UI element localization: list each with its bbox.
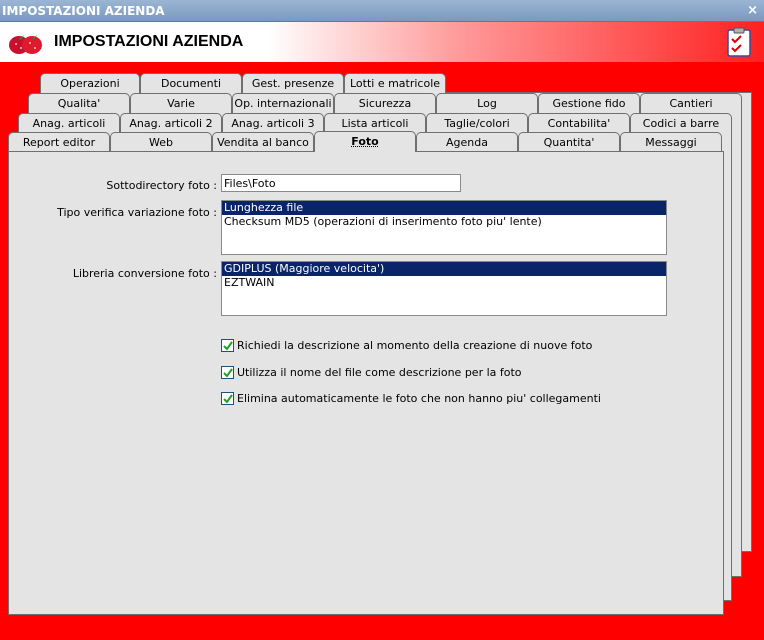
tab-taglie-colori[interactable]: Taglie/colori: [426, 113, 528, 133]
libreria-listbox[interactable]: GDIPLUS (Maggiore velocita') EZTWAIN: [221, 261, 667, 316]
close-icon[interactable]: ×: [747, 0, 758, 22]
tab-contabilita[interactable]: Contabilita': [528, 113, 630, 133]
tab-web[interactable]: Web: [110, 132, 212, 152]
tab-documenti[interactable]: Documenti: [140, 73, 242, 93]
tab-anag-articoli[interactable]: Anag. articoli: [18, 113, 120, 133]
tab-sicurezza[interactable]: Sicurezza: [334, 93, 436, 113]
foto-panel: Sottodirectory foto : Files\Foto Tipo ve…: [8, 151, 724, 615]
tab-codici-barre[interactable]: Codici a barre: [630, 113, 732, 133]
header-banner: IMPOSTAZIONI AZIENDA: [0, 22, 764, 62]
tab-vendita-banco[interactable]: Vendita al banco: [212, 132, 314, 152]
checklist-icon: [727, 27, 751, 57]
tab-op-internazionali[interactable]: Op. internazionali: [232, 93, 334, 113]
tab-foto-label: Foto: [351, 135, 379, 148]
checkbox-elimina-label: Elimina automaticamente le foto che non …: [237, 391, 601, 405]
tab-anag-articoli-2[interactable]: Anag. articoli 2: [120, 113, 222, 133]
subdir-label: Sottodirectory foto :: [106, 179, 217, 192]
tab-varie[interactable]: Varie: [130, 93, 232, 113]
verifica-option-lunghezza[interactable]: Lunghezza file: [222, 201, 666, 215]
header-title: IMPOSTAZIONI AZIENDA: [54, 33, 244, 50]
libreria-option-eztwain[interactable]: EZTWAIN: [222, 276, 666, 290]
tab-quantita[interactable]: Quantita': [518, 132, 620, 152]
verifica-label: Tipo verifica variazione foto :: [57, 206, 217, 219]
tab-agenda[interactable]: Agenda: [416, 132, 518, 152]
checkbox-checked-icon[interactable]: [221, 338, 234, 352]
window-title: IMPOSTAZIONI AZIENDA: [2, 4, 165, 18]
tab-lista-articoli[interactable]: Lista articoli: [324, 113, 426, 133]
checkbox-richiedi-label: Richiedi la descrizione al momento della…: [237, 338, 593, 352]
tab-report-editor[interactable]: Report editor: [8, 132, 110, 152]
tab-anag-articoli-3[interactable]: Anag. articoli 3: [222, 113, 324, 133]
checkbox-checked-icon[interactable]: [221, 365, 234, 379]
subdir-input[interactable]: Files\Foto: [221, 174, 461, 192]
checkbox-utilizza-label: Utilizza il nome del file come descrizio…: [237, 365, 522, 379]
tab-gestione-fido[interactable]: Gestione fido: [538, 93, 640, 113]
checkbox-utilizza-nome-file[interactable]: Utilizza il nome del file come descrizio…: [221, 365, 522, 379]
window-titlebar: IMPOSTAZIONI AZIENDA ×: [0, 0, 764, 22]
tab-foto[interactable]: Foto: [314, 131, 416, 152]
tab-gest-presenze[interactable]: Gest. presenze: [242, 73, 344, 93]
tab-lotti-matricole[interactable]: Lotti e matricole: [344, 73, 446, 93]
verifica-option-checksum[interactable]: Checksum MD5 (operazioni di inserimento …: [222, 215, 666, 229]
tab-messaggi[interactable]: Messaggi: [620, 132, 722, 152]
libreria-option-gdiplus[interactable]: GDIPLUS (Maggiore velocita'): [222, 262, 666, 276]
checkbox-elimina-foto[interactable]: Elimina automaticamente le foto che non …: [221, 391, 601, 405]
tab-log[interactable]: Log: [436, 93, 538, 113]
libreria-label: Libreria conversione foto :: [72, 267, 217, 280]
tab-cantieri[interactable]: Cantieri: [640, 93, 742, 113]
strawberry-logo-icon: [9, 35, 42, 54]
checkbox-richiedi-descrizione[interactable]: Richiedi la descrizione al momento della…: [221, 338, 592, 352]
tab-operazioni[interactable]: Operazioni: [40, 73, 140, 93]
checkbox-checked-icon[interactable]: [221, 391, 234, 405]
verifica-listbox[interactable]: Lunghezza file Checksum MD5 (operazioni …: [221, 200, 667, 255]
tab-qualita[interactable]: Qualita': [28, 93, 130, 113]
